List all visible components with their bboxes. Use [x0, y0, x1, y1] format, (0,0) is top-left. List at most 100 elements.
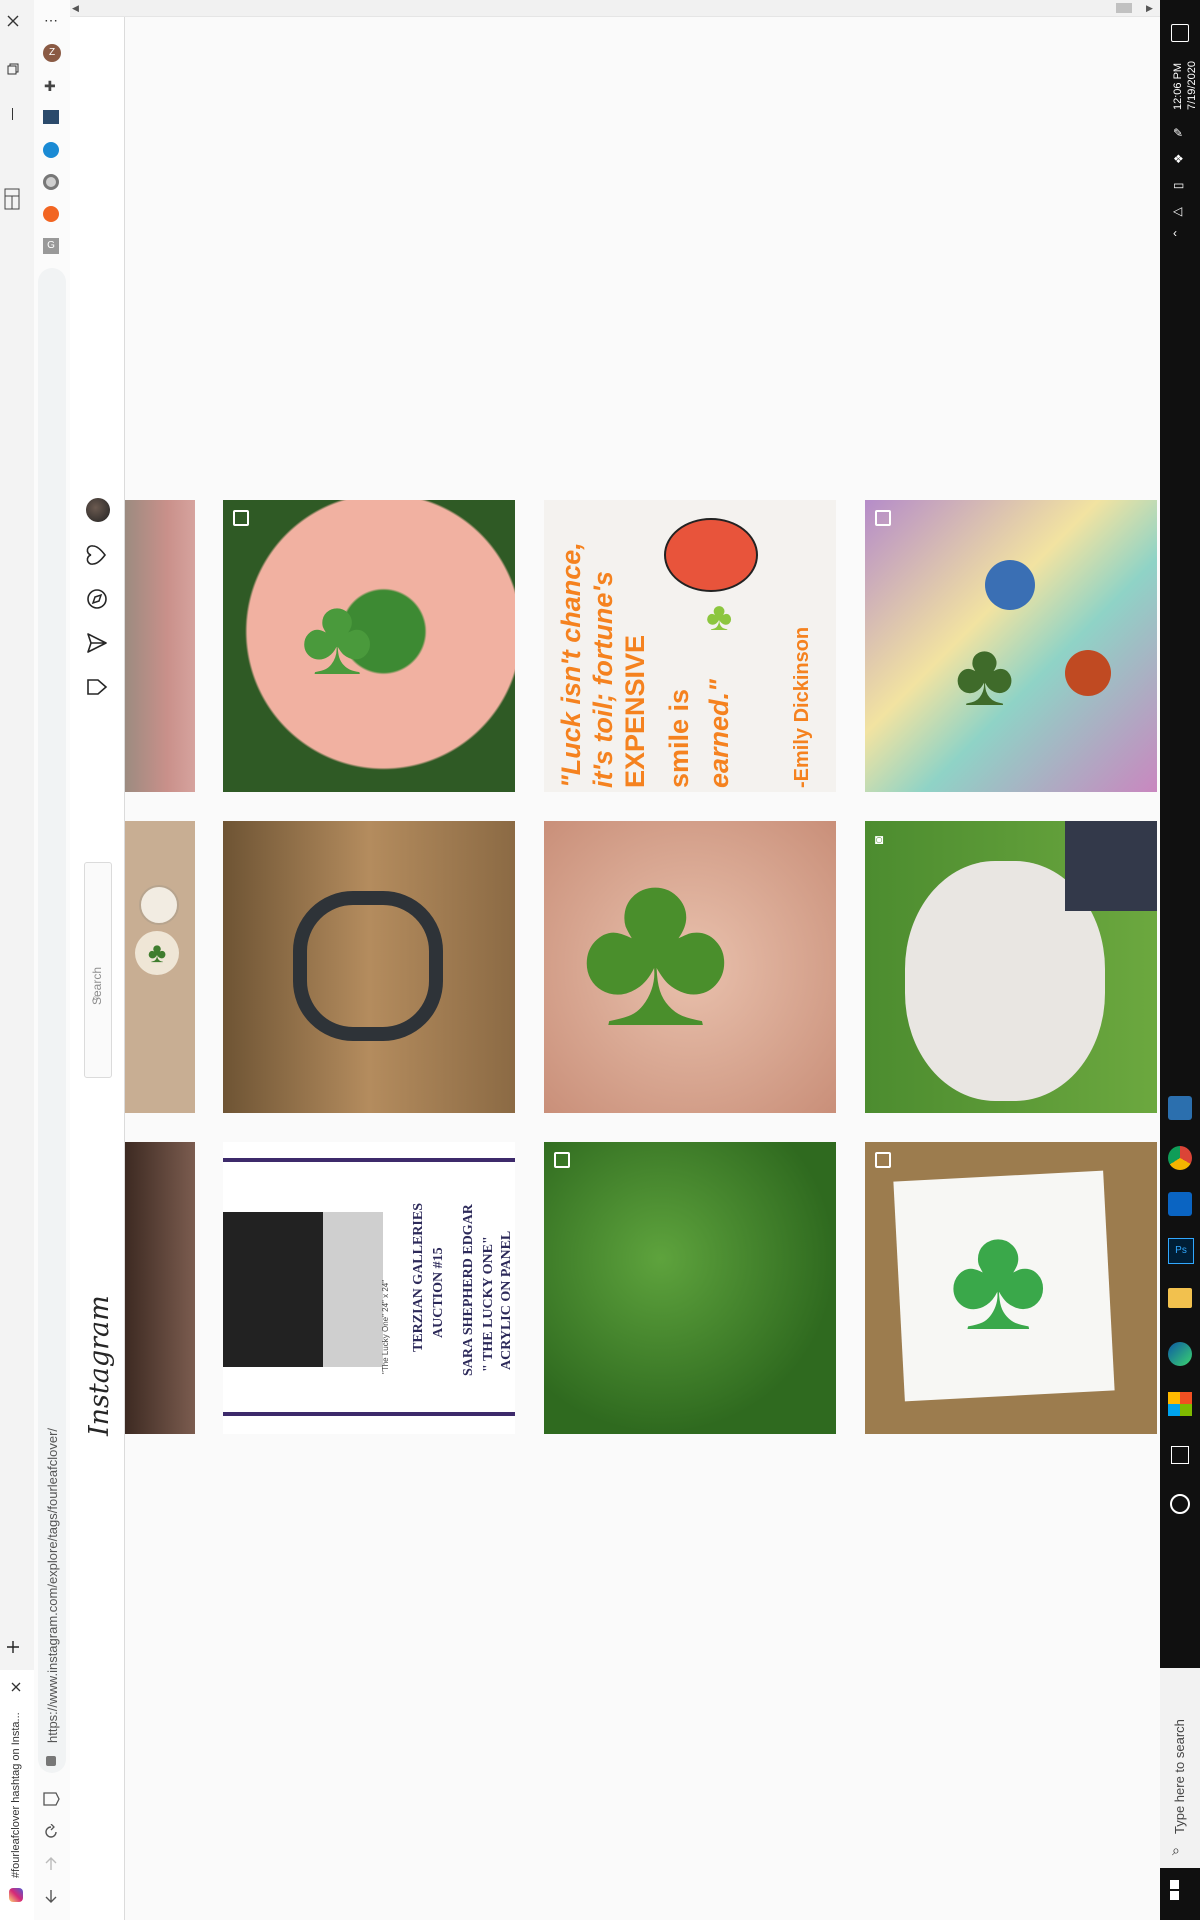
taskbar-app-blue-icon[interactable] [1168, 1096, 1192, 1120]
post-tile[interactable]: ♣ [865, 500, 1157, 792]
tab-title: #fourleafclover hashtag on Insta... [10, 1712, 22, 1878]
url-text[interactable]: https://www.instagram.com/explore/tags/f… [45, 1428, 60, 1743]
home-icon[interactable] [42, 1790, 60, 1813]
tab-actions-icon[interactable] [4, 188, 20, 215]
quote-author: -Emily Dickinson [791, 626, 813, 788]
auction-line-2: AUCTION #15 [431, 1247, 446, 1338]
jeans-image [1065, 821, 1157, 911]
post-tile[interactable]: ♣ clover-hands "Luck isn't chance, it's … [544, 500, 836, 792]
browser-toolbar: ⋯ Z ✚ G https://www.instagram.com/explor… [34, 0, 71, 1920]
post-tile[interactable]: "The Lucky One" 24" x 24" TERZIAN GALLER… [223, 1142, 515, 1434]
file-explorer-icon[interactable] [1168, 1288, 1192, 1308]
more-menu-icon[interactable]: ⋯ [44, 12, 58, 29]
extension-circle-icon[interactable] [43, 174, 59, 190]
photoshop-icon[interactable]: Ps [1168, 1238, 1194, 1264]
home-house-icon[interactable] [86, 676, 108, 703]
post-tile[interactable]: ◙ [865, 821, 1157, 1113]
instagram-logo[interactable]: Instagram [84, 1295, 115, 1436]
quote-line-4: smile is [664, 688, 694, 788]
taskbar-search-box[interactable]: Type here to search ⌕ [1160, 1668, 1200, 1868]
close-window-icon[interactable] [6, 14, 20, 33]
scroll-arrow-left-icon[interactable]: ◀ [72, 3, 79, 14]
task-view-icon[interactable] [1171, 1446, 1189, 1464]
art-planet-image [985, 560, 1035, 610]
auction-line-1: TERZIAN GALLERIES [411, 1203, 426, 1352]
carousel-badge-icon [875, 510, 891, 526]
quote-line-2: it's toil; fortune's [588, 571, 618, 788]
search-input[interactable]: Search ⌕ [84, 862, 112, 1078]
instagram-favicon-icon [9, 1888, 23, 1902]
post-tile-partial[interactable]: ♣ [125, 821, 195, 1113]
tab-strip: #fourleafclover hashtag on Insta... [0, 0, 35, 1920]
new-tab-icon[interactable] [6, 1640, 20, 1659]
windows-taskbar: 12:06 PM 7/19/2020 ✎ ❖ ▭ ◁ ‹ Ps Type her… [1160, 0, 1200, 1920]
quote-line-3: EXPENSIVE [620, 634, 650, 788]
taskbar-time[interactable]: 12:06 PM [1172, 63, 1184, 110]
quote-line-1: "Luck isn't chance, [556, 542, 586, 788]
post-tile-partial[interactable] [125, 1142, 195, 1434]
extension-chart-icon[interactable] [43, 110, 59, 124]
profile-avatar[interactable]: Z [43, 44, 61, 62]
notification-center-icon[interactable] [1171, 24, 1189, 42]
auction-line-5: ACRYLIC ON PANEL [499, 1230, 514, 1370]
forward-arrow-icon[interactable] [43, 1856, 59, 1877]
extensions-puzzle-icon[interactable]: ✚ [44, 78, 56, 95]
video-badge-icon: ◙ [875, 831, 884, 847]
clover-image: ♣ [301, 575, 374, 698]
extension-orange-icon[interactable] [43, 206, 59, 222]
extension-blue-icon[interactable] [43, 142, 59, 158]
network-icon[interactable]: ▭ [1173, 178, 1184, 192]
ladybug-image [664, 518, 758, 592]
pen-icon[interactable]: ✎ [1173, 126, 1183, 140]
post-tile[interactable]: ♣ [223, 500, 515, 792]
active-tab[interactable]: #fourleafclover hashtag on Insta... [0, 1670, 35, 1920]
auction-line-4: " THE LUCKY ONE" [481, 1236, 496, 1372]
art-planet-image [1065, 650, 1111, 696]
clover-image: ♣ [955, 625, 1015, 725]
horseshoe-clover-image [293, 891, 443, 1041]
posts-grid: ♣ ♣ ♣ clover-hands "Luck isn't chance, i… [125, 0, 1160, 1920]
explore-compass-icon[interactable] [86, 588, 108, 615]
office-icon[interactable] [1168, 1392, 1192, 1416]
chrome-icon[interactable] [1168, 1146, 1192, 1170]
dropbox-icon[interactable]: ❖ [1173, 152, 1184, 166]
refresh-icon[interactable] [43, 1823, 59, 1845]
instagram-nav-bar: Instagram Search ⌕ [70, 0, 125, 1920]
extension-g-icon[interactable]: G [43, 238, 59, 254]
clover-sketch-image: ♣ [706, 595, 733, 639]
clover-leaf-image: ♣ [580, 821, 731, 1074]
post-tile-partial[interactable] [125, 500, 195, 792]
windows-start-icon[interactable] [1170, 1880, 1179, 1900]
restore-window-icon[interactable] [7, 62, 19, 80]
carousel-badge-icon [233, 510, 249, 526]
post-tile[interactable] [223, 821, 515, 1113]
address-field[interactable]: https://www.instagram.com/explore/tags/f… [38, 268, 66, 1773]
painting-image [323, 1212, 383, 1367]
search-icon: ⌕ [92, 993, 98, 1004]
divider [223, 1158, 515, 1162]
divider [223, 1412, 515, 1416]
post-tile[interactable]: ♣ [544, 821, 836, 1113]
outlook-icon[interactable] [1168, 1192, 1192, 1216]
carousel-badge-icon [875, 1152, 891, 1168]
pin-button-image [139, 885, 179, 925]
edge-icon[interactable] [1168, 1342, 1192, 1366]
search-icon: ⌕ [1172, 1842, 1180, 1858]
show-hidden-icons-icon[interactable]: ‹ [1173, 226, 1177, 240]
minimize-window-icon[interactable] [12, 108, 13, 120]
back-arrow-icon[interactable] [43, 1888, 59, 1909]
post-tile[interactable]: ♣ [865, 1142, 1157, 1434]
volume-icon[interactable]: ◁ [1173, 204, 1182, 218]
clover-pin-image: ♣ [135, 931, 179, 975]
quote-line-5: earned." [704, 679, 734, 788]
activity-heart-icon[interactable] [86, 544, 108, 571]
taskbar-search-placeholder: Type here to search [1172, 1719, 1187, 1834]
direct-send-icon[interactable] [86, 632, 108, 659]
taskbar-date[interactable]: 7/19/2020 [1186, 61, 1198, 110]
profile-avatar-icon[interactable] [86, 498, 110, 522]
painting-caption: "The Lucky One" 24" x 24" [381, 1279, 390, 1374]
post-tile[interactable] [544, 1142, 836, 1434]
cortana-icon[interactable] [1170, 1494, 1190, 1514]
carousel-badge-icon [554, 1152, 570, 1168]
tab-close-icon[interactable] [10, 1680, 22, 1698]
